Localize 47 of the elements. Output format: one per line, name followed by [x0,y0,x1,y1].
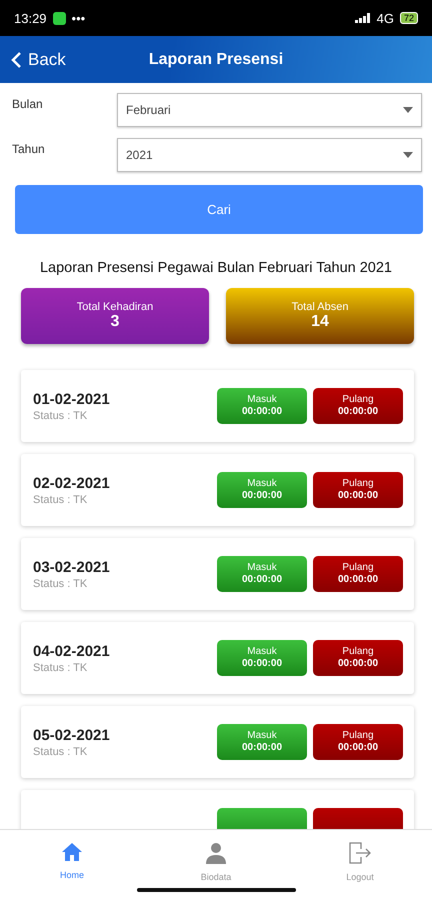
nav-tab[interactable]: Biodata [144,830,288,900]
battery-level: 72 [400,12,418,24]
record-date: 02-02-2021 [33,474,111,492]
nav-tab[interactable]: Home [0,830,144,900]
record-status: Status : TK [33,494,88,506]
record-status: Status : TK [33,410,88,422]
record-date: 03-02-2021 [33,558,111,576]
home-icon [61,842,83,862]
field-label: Tahun [12,141,46,156]
logout-icon [348,842,372,864]
chat-icon [52,12,66,24]
back-button[interactable]: Back [10,50,66,70]
network-label: 4G [376,10,394,26]
check-in-badge: Masuk 00:00:00 [217,640,307,676]
check-out-badge: Pulang 00:00:00 [313,472,403,508]
clock: 13:29 [14,10,47,26]
more-dots: ••• [72,10,86,26]
screen-title: Laporan Presensi [148,50,284,68]
nav-tab[interactable]: Logout [288,830,432,900]
record-date: 01-02-2021 [33,390,111,408]
check-out-badge: Pulang 00:00:00 [313,388,403,424]
check-out-badge: Pulang 00:00:00 [313,640,403,676]
dropdown-icon [403,107,413,113]
chevron-icon [10,50,22,68]
record-date: 04-02-2021 [33,642,111,660]
field-label: Bulan [12,96,44,111]
person-icon [205,842,227,864]
dropdown-field[interactable]: 2021 [117,138,422,172]
dropdown-icon [403,152,413,158]
record-status: Status : TK [33,662,88,674]
dropdown-field[interactable]: Februari [117,93,422,127]
check-out-badge: Pulang 00:00:00 [313,724,403,760]
report-title: Laporan Presensi Pegawai Bulan Februari Tahun 2021 [38,260,393,276]
record-status: Status : TK [33,746,88,758]
summary-label: Total Absen [292,301,348,313]
signal-icon [354,13,371,23]
check-in-badge: Masuk 00:00:00 [217,388,307,424]
check-in-badge: Masuk 00:00:00 [217,724,307,760]
check-in-badge: Masuk 00:00:00 [217,556,307,592]
summary-value: 14 [311,313,329,331]
record-date: 05-02-2021 [33,726,111,744]
summary-value: 3 [110,313,120,331]
record-status: Status : TK [33,578,88,590]
check-in-badge: Masuk 00:00:00 [217,472,307,508]
check-out-badge: Pulang 00:00:00 [313,556,403,592]
search-button[interactable]: Cari [15,185,423,234]
summary-label: Total Kehadiran [76,301,154,313]
